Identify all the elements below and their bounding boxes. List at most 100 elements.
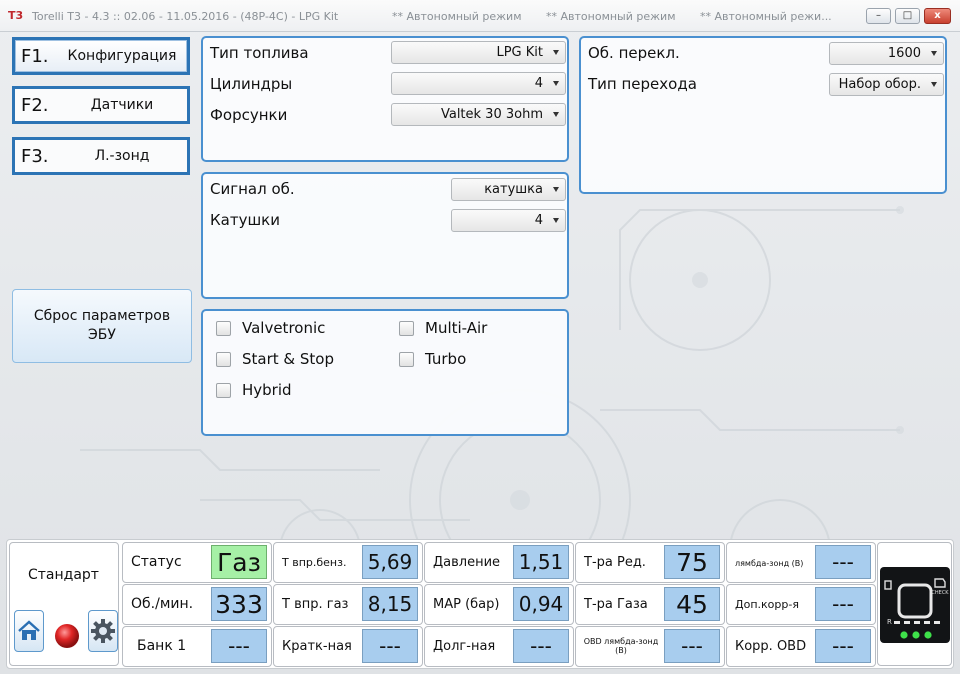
engine-options-panel: Valvetronic Multi-Air Start & Stop Turbo… [201, 309, 569, 436]
chevron-down-icon [553, 218, 559, 223]
multi-air-checkbox[interactable]: Multi-Air [399, 319, 487, 337]
mode-cell: Стандарт [9, 542, 119, 666]
map-label: MAP (бар) [433, 597, 500, 612]
cylinders-value: 4 [534, 76, 543, 91]
rpm-signal-panel: Сигнал об. катушка Катушки 4 [201, 172, 569, 299]
rpm-signal-label: Сигнал об. [210, 180, 295, 198]
chevron-down-icon [931, 51, 937, 56]
switch-type-dropdown[interactable]: Набор обор. [829, 73, 944, 96]
nav-configuration-button[interactable]: F1. Конфигурация [12, 37, 190, 75]
obd-correction-cell: Корр. OBD --- [726, 626, 876, 667]
status-value: Газ [211, 545, 267, 579]
valvetronic-checkbox[interactable]: Valvetronic [216, 319, 325, 337]
lambda-value: --- [815, 545, 871, 579]
extra-correction-label: Доп.корр-я [735, 598, 799, 611]
minimize-button[interactable]: – [866, 8, 891, 24]
gas-injection-value: 8,15 [362, 587, 418, 621]
long-term-value: --- [513, 629, 569, 663]
nav-sensors-button[interactable]: F2. Датчики [12, 86, 190, 124]
injectors-dropdown[interactable]: Valtek 30 3ohm [391, 103, 566, 126]
chevron-down-icon [931, 82, 937, 87]
maximize-button[interactable]: □ [895, 8, 920, 24]
nav-key: F1. [21, 45, 49, 67]
petrol-injection-label: Т впр.бенз. [282, 556, 347, 569]
settings-button[interactable] [88, 610, 118, 652]
checkbox-label: Multi-Air [425, 319, 488, 337]
map-cell: MAP (бар) 0,94 [424, 584, 574, 625]
checkbox-box [216, 351, 231, 367]
reset-ecu-button[interactable]: Сброс параметров ЭБУ [12, 289, 192, 363]
rpm-signal-value: катушка [484, 182, 543, 197]
rpm-label: Об./мин. [131, 596, 194, 612]
pressure-cell: Давление 1,51 [424, 542, 574, 583]
lambda-label: лямбда-зонд (B) [735, 559, 804, 568]
bank-cell: Банк 1 --- [122, 626, 272, 667]
home-button[interactable] [14, 610, 44, 652]
injectors-label: Форсунки [210, 106, 288, 124]
gas-temp-label: Т-ра Газа [584, 597, 648, 612]
gas-temp-cell: Т-ра Газа 45 [575, 584, 725, 625]
fuel-type-dropdown[interactable]: LPG Kit [391, 41, 566, 64]
coils-value: 4 [534, 213, 543, 228]
r-mark-text: R [887, 618, 892, 626]
map-value: 0,94 [513, 587, 569, 621]
chevron-down-icon [553, 50, 559, 55]
status-bar: Стандарт Статус Газ Об./мин. 333 Банк 1 … [6, 539, 954, 669]
fuel-settings-panel: Тип топлива LPG Kit Цилиндры 4 Форсунки … [201, 36, 569, 162]
start-stop-checkbox[interactable]: Start & Stop [216, 350, 334, 368]
cylinders-dropdown[interactable]: 4 [391, 72, 566, 95]
switch-type-value: Набор обор. [838, 77, 921, 92]
gas-injection-label: Т впр. газ [282, 597, 349, 612]
cylinders-label: Цилиндры [210, 75, 293, 93]
nav-label: Датчики [90, 97, 154, 113]
status-label: Статус [131, 554, 182, 570]
gas-injection-cell: Т впр. газ 8,15 [273, 584, 423, 625]
ecu-device-image: CHECK R [880, 567, 950, 643]
rpm-switch-label: Об. перекл. [588, 44, 680, 62]
fuel-type-value: LPG Kit [496, 45, 543, 60]
short-term-label: Кратк-ная [282, 639, 352, 654]
offline-mode-label-2: ** Автономный режим [546, 10, 676, 23]
ecu-device-cell: CHECK R [877, 542, 952, 666]
home-icon [18, 620, 40, 640]
status-cell: Статус Газ [122, 542, 272, 583]
checkbox-label: Start & Stop [242, 350, 334, 368]
pressure-value: 1,51 [513, 545, 569, 579]
rpm-signal-dropdown[interactable]: катушка [451, 178, 566, 201]
reducer-temp-label: Т-ра Ред. [584, 555, 646, 570]
short-term-value: --- [362, 629, 418, 663]
coils-dropdown[interactable]: 4 [451, 209, 566, 232]
switchover-panel: Об. перекл. 1600 Тип перехода Набор обор… [579, 36, 947, 194]
nav-key: F3. [21, 145, 49, 167]
coils-label: Катушки [210, 211, 280, 229]
bank-label: Банк 1 [137, 638, 187, 654]
chevron-down-icon [553, 187, 559, 192]
long-term-cell: Долг-ная --- [424, 626, 574, 667]
close-button[interactable]: x [924, 8, 951, 24]
status-led-icon [55, 624, 79, 648]
turbo-checkbox[interactable]: Turbo [399, 350, 466, 368]
chevron-down-icon [553, 81, 559, 86]
rpm-switch-value: 1600 [887, 46, 921, 61]
fuel-type-label: Тип топлива [210, 44, 309, 62]
rpm-switch-dropdown[interactable]: 1600 [829, 42, 944, 65]
bank-value: --- [211, 629, 267, 663]
hybrid-checkbox[interactable]: Hybrid [216, 381, 292, 399]
reducer-temp-value: 75 [664, 545, 720, 579]
extra-correction-value: --- [815, 587, 871, 621]
checkbox-label: Hybrid [242, 381, 292, 399]
title-bar: T3 Torelli T3 - 4.3 :: 02.06 - 11.05.201… [0, 0, 960, 32]
checkbox-box [399, 351, 414, 367]
nav-lambda-button[interactable]: F3. Л.-зонд [12, 137, 190, 175]
checkbox-box [216, 320, 231, 336]
app-logo: T3 [8, 9, 24, 22]
pressure-label: Давление [433, 555, 501, 570]
chevron-down-icon [553, 112, 559, 117]
obd-correction-value: --- [815, 629, 871, 663]
extra-correction-cell: Доп.корр-я --- [726, 584, 876, 625]
gear-icon [91, 619, 115, 643]
rpm-value: 333 [211, 587, 267, 621]
checkbox-box [216, 382, 231, 398]
switch-type-label: Тип перехода [588, 75, 697, 93]
injectors-value: Valtek 30 3ohm [440, 107, 543, 122]
